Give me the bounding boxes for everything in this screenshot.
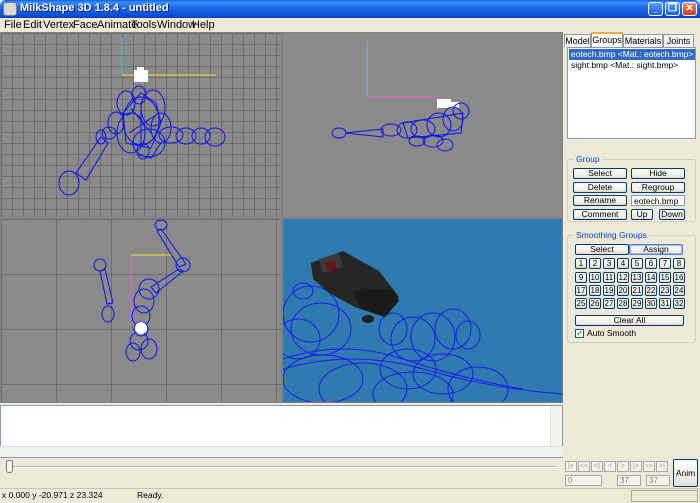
anim-next-key-button[interactable]: |> [630, 461, 642, 472]
app-icon[interactable] [3, 2, 17, 16]
menu-window[interactable]: Window [157, 18, 196, 32]
smoothing-group-11[interactable]: 11 [603, 272, 615, 283]
smoothing-group-7[interactable]: 7 [659, 258, 671, 269]
anim-prev-key-button[interactable]: <| [591, 461, 603, 472]
side-panel: Model Groups Materials Joints eotech.bmp… [563, 32, 700, 458]
smoothing-group-16[interactable]: 16 [673, 272, 685, 283]
menu-bar: File Edit Vertex Face Animate Tools Wind… [0, 18, 700, 32]
smoothing-group-28[interactable]: 28 [617, 298, 629, 309]
menu-face[interactable]: Face [73, 18, 97, 32]
status-panel [631, 490, 698, 502]
status-bar [0, 488, 700, 503]
smoothing-group-30[interactable]: 30 [645, 298, 657, 309]
window-title: MilkShape 3D 1.8.4 - untitled [20, 2, 169, 14]
auto-smooth-label: Auto Smooth [587, 328, 637, 338]
animation-slider-thumb[interactable] [6, 460, 13, 473]
smoothing-group-32[interactable]: 32 [673, 298, 685, 309]
smoothing-group-15[interactable]: 15 [659, 272, 671, 283]
log-vertical-scrollbar[interactable] [550, 406, 562, 446]
menu-tools[interactable]: Tools [131, 18, 157, 32]
list-item[interactable]: eotech.bmp <Mat.: eotech.bmp> [569, 49, 695, 60]
smoothing-group-9[interactable]: 9 [575, 272, 587, 283]
smoothing-group-23[interactable]: 23 [659, 285, 671, 296]
tab-groups[interactable]: Groups [591, 32, 623, 47]
group-up-button[interactable]: Up [631, 209, 653, 220]
auto-smooth-checkbox[interactable]: ✓ [575, 329, 584, 338]
smoothing-group-14[interactable]: 14 [645, 272, 657, 283]
anim-last-button[interactable]: >| [656, 461, 668, 472]
status-message: Ready. [137, 490, 164, 500]
smoothing-select-button[interactable]: Select [575, 244, 629, 255]
animation-slider-track[interactable] [6, 466, 556, 468]
tab-joints[interactable]: Joints [663, 34, 694, 47]
smoothing-group-12[interactable]: 12 [617, 272, 629, 283]
anim-first-button[interactable]: |< [565, 461, 577, 472]
viewport-top[interactable] [0, 218, 282, 403]
smoothing-group-3[interactable]: 3 [603, 258, 615, 269]
tab-materials[interactable]: Materials [623, 34, 663, 47]
group-box-title: Group [574, 154, 602, 164]
3d-render [283, 251, 562, 402]
menu-vertex[interactable]: Vertex [43, 18, 74, 32]
menu-edit[interactable]: Edit [23, 18, 42, 32]
smoothing-group-22[interactable]: 22 [645, 285, 657, 296]
top-wireframe [93, 219, 191, 362]
frame-current-field[interactable]: 37 [617, 475, 641, 486]
minimize-button[interactable]: _ [648, 2, 663, 16]
smoothing-group-17[interactable]: 17 [575, 285, 587, 296]
smoothing-group-4[interactable]: 4 [617, 258, 629, 269]
log-horizontal-scrollbar[interactable] [0, 446, 563, 457]
group-down-button[interactable]: Down [659, 209, 685, 220]
smoothing-group-6[interactable]: 6 [645, 258, 657, 269]
smoothing-group-29[interactable]: 29 [631, 298, 643, 309]
group-comment-button[interactable]: Comment [573, 209, 627, 220]
smoothing-assign-button[interactable]: Assign [629, 244, 683, 255]
smoothing-group-26[interactable]: 26 [589, 298, 601, 309]
groups-list[interactable]: eotech.bmp <Mat.: eotech.bmp> sight.bmp … [567, 47, 696, 139]
smoothing-groups-title: Smoothing Groups [574, 230, 649, 240]
side-wireframe [331, 41, 470, 152]
smoothing-group-13[interactable]: 13 [631, 272, 643, 283]
anim-prev-frame-button[interactable]: < [604, 461, 616, 472]
frame-end-field[interactable]: 37 [646, 475, 670, 486]
smoothing-group-2[interactable]: 2 [589, 258, 601, 269]
tab-model[interactable]: Model [564, 34, 591, 47]
smoothing-group-24[interactable]: 24 [673, 285, 685, 296]
menu-file[interactable]: File [4, 18, 22, 32]
smoothing-group-25[interactable]: 25 [575, 298, 587, 309]
anim-rewind-button[interactable]: << [578, 461, 590, 472]
smoothing-group-5[interactable]: 5 [631, 258, 643, 269]
smoothing-group-1[interactable]: 1 [575, 258, 587, 269]
front-wireframe [58, 37, 226, 196]
group-delete-button[interactable]: Delete [573, 182, 627, 193]
clear-all-button[interactable]: Clear All [575, 315, 684, 326]
maximize-button[interactable]: ❐ [665, 2, 680, 16]
viewport-front[interactable] [0, 32, 282, 218]
menu-help[interactable]: Help [192, 18, 215, 32]
viewport-side[interactable] [282, 32, 563, 218]
smoothing-group-31[interactable]: 31 [659, 298, 671, 309]
frame-start-field[interactable]: 0 [565, 475, 602, 486]
status-coordinates: x 0.000 y -20.971 z 23.324 [2, 490, 103, 500]
group-select-button[interactable]: Select [573, 168, 627, 179]
smoothing-group-21[interactable]: 21 [631, 285, 643, 296]
close-button[interactable]: ✕ [682, 2, 697, 16]
group-rename-button[interactable]: Rename [573, 195, 627, 206]
group-hide-button[interactable]: Hide [631, 168, 685, 179]
smoothing-group-8[interactable]: 8 [673, 258, 685, 269]
list-item[interactable]: sight.bmp <Mat.: sight.bmp> [569, 60, 695, 71]
smoothing-group-18[interactable]: 18 [589, 285, 601, 296]
smoothing-group-19[interactable]: 19 [603, 285, 615, 296]
viewport-3d[interactable] [282, 218, 563, 403]
smoothing-group-27[interactable]: 27 [603, 298, 615, 309]
smoothing-group-10[interactable]: 10 [589, 272, 601, 283]
anim-next-frame-button[interactable]: > [617, 461, 629, 472]
anim-mode-button[interactable]: Anim [673, 459, 698, 487]
anim-forward-button[interactable]: >> [643, 461, 655, 472]
group-regroup-button[interactable]: Regroup [631, 182, 685, 193]
group-name-field[interactable]: eotech.bmp [631, 195, 685, 206]
smoothing-group-20[interactable]: 20 [617, 285, 629, 296]
